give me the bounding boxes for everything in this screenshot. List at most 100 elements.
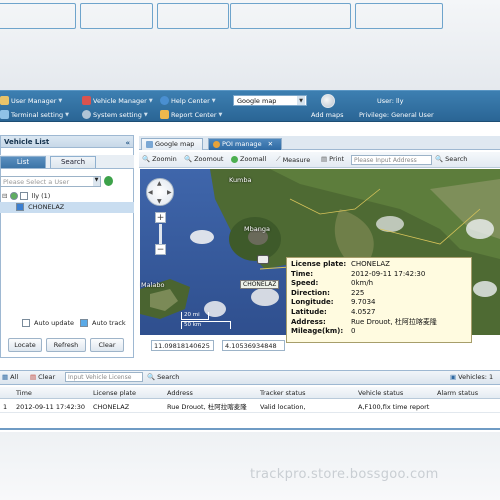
tab-search[interactable]: Search <box>50 156 96 168</box>
vehicle-marker-icon[interactable] <box>257 255 269 264</box>
refresh-icon[interactable] <box>104 176 113 186</box>
zoomall-button[interactable]: Zoomall <box>231 155 266 163</box>
table-empty-area <box>0 413 500 430</box>
pan-right-icon[interactable]: ▶ <box>167 189 172 196</box>
pan-control[interactable]: ▲ ▼ ◀ ▶ <box>146 178 174 206</box>
tab-poi-manage[interactable]: POI manage ✕ <box>208 138 282 150</box>
system-setting-menu[interactable]: System setting ▼ <box>82 110 148 119</box>
column-header-tracker-status[interactable]: Tracker status <box>260 388 306 399</box>
ruler-icon: ⟋ <box>276 155 281 163</box>
vehicle-marker-label[interactable]: CHONELAZ <box>240 280 280 289</box>
info-row: License plate: CHONELAZ <box>291 260 467 270</box>
info-row: Time: 2012-09-11 17:42:30 <box>291 270 467 280</box>
clear-icon: ▤ <box>30 373 37 381</box>
column-header-license-plate[interactable]: License plate <box>93 388 136 399</box>
vehicle-search-button[interactable]: 🔍 Search <box>147 373 179 381</box>
pan-up-icon[interactable]: ▲ <box>157 180 162 187</box>
column-header-vehicle-status[interactable]: Vehicle status <box>358 388 403 399</box>
chevron-down-icon: ▼ <box>218 111 223 118</box>
user-manager-menu[interactable]: User Manager ▼ <box>0 96 62 105</box>
map-place-kumba: Kumba <box>229 176 252 184</box>
pan-left-icon[interactable]: ◀ <box>148 189 153 196</box>
map-type-select[interactable]: Google map ▼ <box>233 95 307 106</box>
clear-button[interactable]: Clear <box>90 338 124 352</box>
info-row: Address: Rue Drouot, 杜阿拉喀麦隆 <box>291 318 467 328</box>
zoomin-button[interactable]: 🔍 Zoomin <box>142 155 177 163</box>
add-maps-button[interactable]: Add maps <box>311 111 343 119</box>
auto-track-toggle[interactable]: Auto track <box>80 319 126 327</box>
address-input[interactable]: Please Input Address <box>351 155 432 165</box>
print-icon: ▤ <box>321 155 328 163</box>
report-center-menu[interactable]: Report Center ▼ <box>160 110 222 119</box>
info-row: Latitude: 4.0527 <box>291 308 467 318</box>
info-row: Mileage(km): 0 <box>291 327 467 337</box>
user-status-icon <box>9 192 18 200</box>
chevron-down-icon[interactable]: ▼ <box>93 177 100 186</box>
checkbox-checked[interactable] <box>80 319 88 327</box>
cell-vehicle-status: A,F100,fix time report <box>358 403 430 411</box>
info-label: Time: <box>291 269 314 278</box>
checkbox-checked[interactable] <box>16 203 24 211</box>
vehicles-count: ▣ Vehicles: 1 <box>450 373 494 381</box>
close-icon[interactable]: ✕ <box>268 139 273 150</box>
cell-time: 2012-09-11 17:42:30 <box>16 403 86 411</box>
zoom-in-control[interactable]: + <box>155 212 166 223</box>
vehicle-license-input[interactable]: Input Vehicle License <box>65 372 143 382</box>
cell-address: Rue Drouot, 杜阿拉喀麦隆 <box>167 403 247 411</box>
gear-icon <box>82 110 91 119</box>
checkbox[interactable] <box>19 192 28 200</box>
auto-update-toggle[interactable]: Auto update <box>22 319 74 327</box>
vehicle-icon <box>82 96 91 105</box>
info-value: 0 <box>351 327 356 336</box>
terminal-setting-menu[interactable]: Terminal setting ▼ <box>0 110 69 119</box>
row-index: 1 <box>3 403 8 411</box>
locate-button[interactable]: Locate <box>8 338 42 352</box>
chevron-down-icon: ▼ <box>297 96 305 105</box>
search-icon: 🔍 <box>435 155 444 163</box>
help-center-menu[interactable]: Help Center ▼ <box>160 96 216 105</box>
tree-vehicle-item[interactable]: CHONELAZ <box>16 203 64 211</box>
report-icon <box>160 110 169 119</box>
checkbox[interactable] <box>22 319 30 327</box>
info-value: 0km/h <box>351 279 374 288</box>
zoom-slider[interactable] <box>159 224 162 244</box>
watermark-text: trackpro.store.bossgoo.com <box>250 467 439 482</box>
zoomout-button[interactable]: 🔍 Zoomout <box>184 155 223 163</box>
info-value: 225 <box>351 288 365 297</box>
info-value: CHONELAZ <box>351 260 390 268</box>
clear-list-button[interactable]: ▤ Clear <box>30 373 55 381</box>
info-row: Speed: 0km/h <box>291 279 467 289</box>
poi-icon <box>213 141 220 148</box>
address-search-button[interactable]: 🔍 Search <box>435 155 467 163</box>
cell-tracker-status: Valid location, <box>260 403 306 411</box>
chevron-down-icon: ▼ <box>211 97 216 104</box>
map-icon <box>146 141 153 148</box>
select-all-button[interactable]: ▦ All <box>2 373 18 381</box>
refresh-button[interactable]: Refresh <box>46 338 86 352</box>
column-header-alarm-status[interactable]: Alarm status <box>437 388 478 399</box>
vehicle-count-icon: ▣ <box>450 373 457 381</box>
column-header-time[interactable]: Time <box>16 388 32 399</box>
info-row: Direction: 225 <box>291 289 467 299</box>
list-icon: ▦ <box>2 373 9 381</box>
vehicle-manager-menu[interactable]: Vehicle Manager ▼ <box>82 96 153 105</box>
pan-down-icon[interactable]: ▼ <box>157 198 162 205</box>
table-header <box>0 387 500 399</box>
user-select-input[interactable]: Please Select a User <box>0 176 101 187</box>
help-icon <box>160 96 169 105</box>
zoom-out-control[interactable]: − <box>155 244 166 255</box>
cell-license-plate: CHONELAZ <box>93 403 130 411</box>
chevron-down-icon: ▼ <box>58 97 63 104</box>
add-maps-icon[interactable] <box>321 94 335 108</box>
column-header-address[interactable]: Address <box>167 388 193 399</box>
tab-google-map[interactable]: Google map <box>141 138 203 150</box>
measure-button[interactable]: ⟋ Measure <box>276 155 310 164</box>
info-label: Address: <box>291 317 326 326</box>
info-label: Latitude: <box>291 307 327 316</box>
tab-list[interactable]: List <box>0 156 46 168</box>
chevron-down-icon: ▼ <box>148 97 153 104</box>
toolbar-group-maps <box>230 3 351 29</box>
vehicle-info-popup: License plate: CHONELAZ Time: 2012-09-11 17… <box>286 257 472 343</box>
print-button[interactable]: ▤ Print <box>321 155 344 163</box>
tree-root-user[interactable]: ⊟ lly (1) <box>2 192 50 200</box>
